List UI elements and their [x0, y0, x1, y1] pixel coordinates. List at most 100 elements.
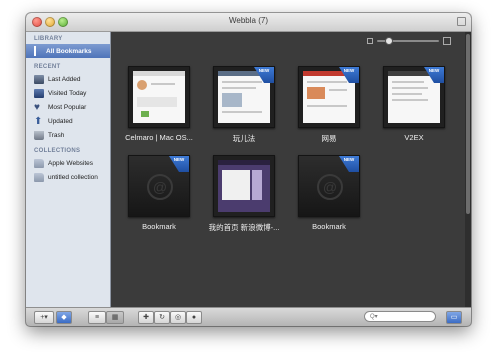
heart-icon: ♥: [34, 101, 40, 113]
screenshot-line: [392, 87, 428, 89]
library-heading: LIBRARY: [34, 36, 63, 42]
bookmark-caption: 我的首页 新浪微博-...: [208, 223, 280, 232]
bookmark-thumbnail[interactable]: NEW: [383, 66, 445, 128]
sidebar-item-untitled-collection[interactable]: untitled collection: [26, 170, 110, 184]
bookmark-item[interactable]: NEW 网易: [289, 66, 369, 144]
trash-icon: [34, 130, 44, 140]
sidebar-toggle-button[interactable]: ▭: [446, 311, 462, 324]
sidebar-toggle-icon: ▭: [450, 314, 458, 321]
folder-icon: [34, 158, 44, 168]
bookmark-item[interactable]: Celmaro | Mac OS...: [119, 66, 199, 142]
at-symbol-icon: @: [317, 174, 343, 200]
bookmark-thumbnail[interactable]: @ NEW: [128, 155, 190, 217]
sidebar-item-updated[interactable]: ⬆ Updated: [26, 114, 110, 128]
fullscreen-icon[interactable]: [457, 17, 466, 26]
add-bookmark-button[interactable]: ✚: [138, 311, 154, 324]
screenshot-block: [307, 87, 325, 99]
preview-button[interactable]: ◎: [170, 311, 186, 324]
bookmark-bar-icon: [34, 46, 36, 56]
sidebar-item-label: Updated: [48, 117, 73, 125]
sidebar-item-apple-websites[interactable]: Apple Websites: [26, 156, 110, 170]
plus-icon: ✚: [143, 314, 149, 321]
recent-heading: RECENT: [34, 64, 61, 70]
scrollbar-thumb[interactable]: [466, 34, 470, 214]
screenshot-block: [252, 170, 262, 200]
slider-track[interactable]: [377, 37, 439, 45]
inbox-icon: [34, 74, 44, 84]
new-badge: NEW: [339, 156, 359, 172]
sidebar: LIBRARY All Bookmarks RECENT Last Added …: [26, 32, 111, 308]
bookmark-caption: 玩儿法: [232, 134, 256, 143]
screenshot-block: [137, 80, 147, 90]
bookmark-thumbnail[interactable]: NEW: [213, 66, 275, 128]
screenshot-line: [392, 99, 428, 101]
add-menu-button[interactable]: +▾: [34, 311, 54, 324]
bookmark-item[interactable]: 我的首页 新浪微博-...: [204, 155, 284, 233]
bookmark-item[interactable]: @ NEW Bookmark: [119, 155, 199, 231]
large-thumbnail-icon: [443, 37, 451, 45]
list-view-icon: ≡: [94, 314, 100, 321]
refresh-button[interactable]: ↻: [154, 311, 170, 324]
sidebar-item-label: Trash: [48, 131, 65, 139]
sidebar-item-label: All Bookmarks: [46, 47, 92, 55]
sidebar-item-visited-today[interactable]: Visited Today: [26, 86, 110, 100]
title-bar: Webbla (7): [26, 13, 471, 32]
list-view-button[interactable]: ≡: [88, 311, 106, 324]
sidebar-item-all-bookmarks[interactable]: All Bookmarks: [26, 44, 110, 58]
screenshot-block: [222, 170, 250, 200]
sidebar-item-label: Apple Websites: [48, 159, 94, 167]
at-symbol-icon: @: [147, 174, 173, 200]
bookmark-caption: Bookmark: [142, 222, 176, 231]
sidebar-item-label: untitled collection: [48, 173, 98, 181]
bookmark-caption: 网易: [321, 134, 337, 143]
screenshot-line: [329, 89, 347, 91]
info-button[interactable]: ●: [186, 311, 202, 324]
sidebar-item-label: Last Added: [48, 75, 81, 83]
page-screenshot: [133, 71, 185, 123]
slider-knob[interactable]: [385, 37, 394, 45]
screenshot-block: [222, 93, 242, 107]
tag-button[interactable]: ◆: [56, 311, 72, 324]
bookmark-caption: Celmaro | Mac OS...: [125, 133, 193, 142]
thumbnail-size-slider[interactable]: [367, 37, 451, 45]
window-title: Webbla (7): [229, 16, 268, 25]
sidebar-item-trash[interactable]: Trash: [26, 128, 110, 142]
screenshot-block: [141, 111, 149, 117]
bookmark-thumbnail[interactable]: @ NEW: [298, 155, 360, 217]
screenshot-line: [392, 93, 422, 95]
page-screenshot: [218, 160, 270, 212]
screenshot-block: [137, 97, 177, 107]
screenshot-line: [392, 81, 424, 83]
folder-icon: [34, 172, 44, 182]
grid-view-icon: ▦: [111, 314, 119, 321]
bookmark-grid: Celmaro | Mac OS... NEW 玩儿法 NEW 网易 NEW V…: [111, 32, 465, 308]
bookmark-caption: Bookmark: [312, 222, 346, 231]
small-thumbnail-icon: [367, 38, 373, 44]
bottom-toolbar: +▾ ◆ ≡ ▦ ✚ ↻ ◎ ● Q▾ ▭: [26, 307, 471, 326]
screenshot-header: [218, 160, 270, 165]
screenshot-line: [307, 81, 347, 83]
sidebar-item-most-popular[interactable]: ♥ Most Popular: [26, 100, 110, 114]
new-badge: NEW: [169, 156, 189, 172]
bookmark-item[interactable]: NEW 玩儿法: [204, 66, 284, 144]
refresh-icon: ↻: [159, 314, 165, 321]
screenshot-line: [151, 83, 175, 85]
bookmark-item[interactable]: @ NEW Bookmark: [289, 155, 369, 231]
vertical-scrollbar[interactable]: [465, 32, 471, 308]
screenshot-line: [307, 105, 347, 107]
screenshot-header: [133, 71, 185, 76]
tag-icon: ◆: [61, 314, 67, 321]
eye-icon: ◎: [174, 314, 182, 321]
info-icon: ●: [191, 314, 197, 321]
search-input[interactable]: Q▾: [364, 311, 436, 322]
bookmark-thumbnail[interactable]: [213, 155, 275, 217]
grid-view-button[interactable]: ▦: [106, 311, 124, 324]
app-window: Webbla (7) LIBRARY All Bookmarks RECENT …: [26, 13, 471, 326]
bookmark-item[interactable]: NEW V2EX: [374, 66, 454, 142]
sidebar-item-label: Visited Today: [48, 89, 87, 97]
bookmark-thumbnail[interactable]: NEW: [298, 66, 360, 128]
screenshot-line: [222, 111, 262, 113]
sidebar-item-last-added[interactable]: Last Added: [26, 72, 110, 86]
calendar-icon: [34, 88, 44, 98]
bookmark-thumbnail[interactable]: [128, 66, 190, 128]
